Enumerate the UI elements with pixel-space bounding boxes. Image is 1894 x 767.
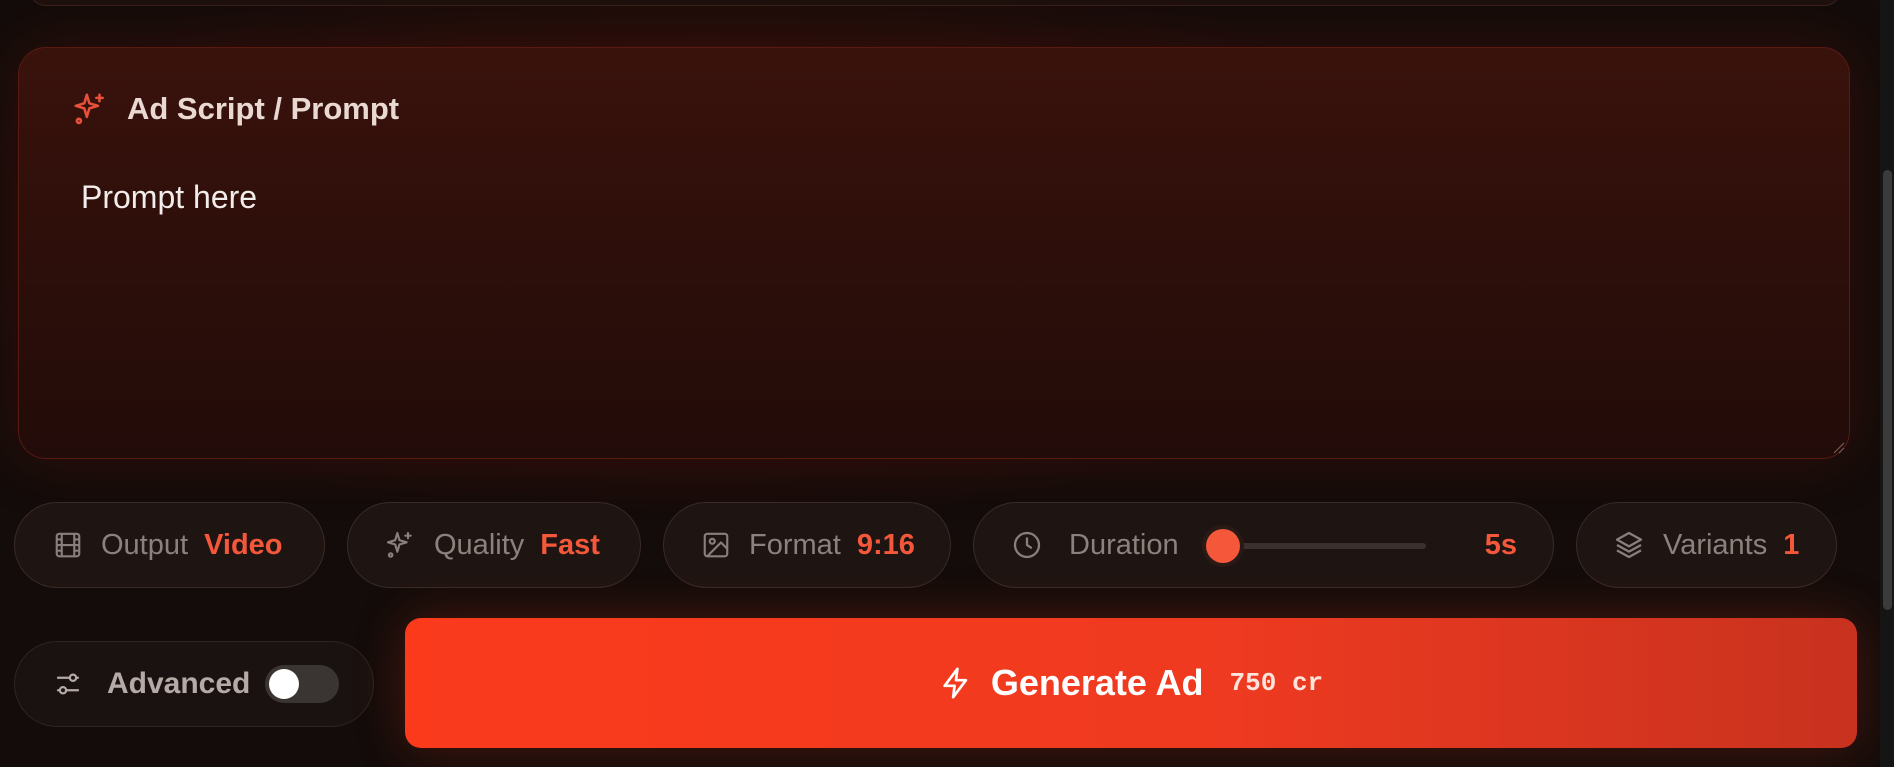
page-scrollbar[interactable] <box>1880 0 1894 767</box>
duration-label: Duration <box>1069 528 1179 561</box>
generate-ad-label: Generate Ad <box>990 662 1204 703</box>
prompt-card-title: Ad Script / Prompt <box>127 91 400 126</box>
scrollbar-thumb[interactable] <box>1883 170 1892 610</box>
variants-value: 1 <box>1783 528 1800 561</box>
duration-slider-track[interactable] <box>1222 543 1426 549</box>
generate-ad-button[interactable]: Generate Ad 750 cr <box>405 618 1857 748</box>
format-option[interactable]: Format 9:16 <box>663 502 951 588</box>
output-value: Video <box>204 528 283 561</box>
format-label: Format <box>749 528 841 561</box>
resize-grip-icon[interactable] <box>1831 440 1845 454</box>
film-icon <box>55 532 81 558</box>
quality-option[interactable]: Quality Fast <box>347 502 641 588</box>
sliders-icon <box>56 673 80 695</box>
image-icon <box>703 532 729 558</box>
advanced-label: Advanced <box>107 667 251 700</box>
previous-panel-edge <box>28 0 1842 6</box>
quality-label: Quality <box>434 528 525 561</box>
advanced-switch-knob <box>269 669 299 699</box>
advanced-toggle-group[interactable]: Advanced <box>14 641 374 727</box>
duration-slider-thumb[interactable] <box>1206 529 1240 563</box>
prompt-textarea[interactable]: Prompt here <box>79 174 1783 428</box>
duration-value: 5s <box>1484 528 1517 561</box>
duration-option: Duration 5s <box>973 502 1554 588</box>
sparkles-icon <box>386 531 412 558</box>
sparkles-icon <box>74 93 104 125</box>
generate-cost-label: 750 cr <box>1229 668 1324 698</box>
prompt-card: Ad Script / Prompt Prompt here <box>18 47 1850 459</box>
quality-value: Fast <box>540 528 600 561</box>
variants-label: Variants <box>1663 528 1768 561</box>
format-value: 9:16 <box>856 528 915 561</box>
clock-icon <box>1013 531 1041 559</box>
prompt-card-header: Ad Script / Prompt <box>71 90 399 128</box>
layers-icon <box>1615 531 1643 559</box>
output-option[interactable]: Output Video <box>14 502 325 588</box>
variants-option[interactable]: Variants 1 <box>1576 502 1837 588</box>
bolt-icon <box>943 667 968 699</box>
output-label: Output <box>101 528 189 561</box>
advanced-switch[interactable] <box>265 665 339 703</box>
